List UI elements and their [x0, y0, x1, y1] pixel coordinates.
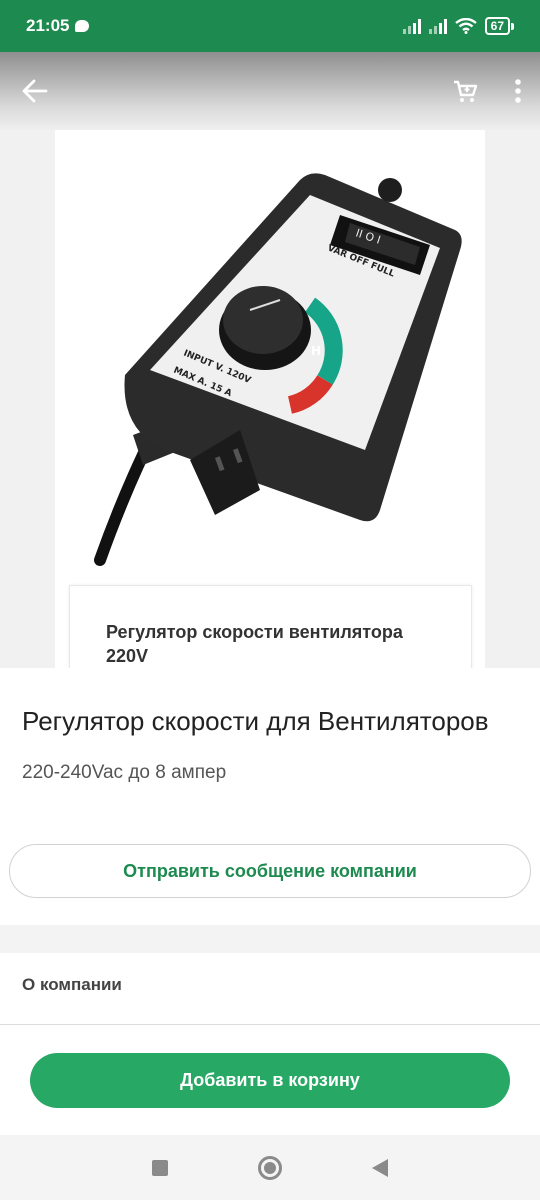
add-to-cart-button[interactable]: Добавить в корзину: [30, 1053, 510, 1108]
home-icon[interactable]: [258, 1155, 282, 1180]
system-nav-bar: [0, 1135, 540, 1200]
product-info: Регулятор скорости для Вентиляторов 220-…: [0, 668, 540, 784]
dial-letter: H: [311, 344, 321, 358]
more-vertical-icon[interactable]: [514, 78, 522, 104]
status-time: 21:05: [26, 16, 70, 35]
section-divider: [0, 925, 540, 953]
signal-icon-2: [428, 18, 447, 34]
send-message-button[interactable]: Отправить сообщение компании: [9, 844, 531, 898]
battery-level: 67: [484, 17, 510, 35]
signal-icon: [402, 18, 421, 34]
fan-speed-controller-image: II O I VAR OFF FULL H INPUT V. 120V MAX …: [94, 173, 462, 566]
image-caption: Регулятор скорости вентилятора 220V: [106, 622, 403, 666]
battery-icon: 67: [484, 17, 514, 35]
about-company-heading[interactable]: О компании: [22, 975, 122, 995]
product-title: Регулятор скорости для Вентиляторов: [22, 706, 489, 736]
top-app-bar: [0, 52, 540, 130]
recents-icon[interactable]: [152, 1159, 168, 1176]
product-image: II O I VAR OFF FULL H INPUT V. 120V MAX …: [55, 130, 485, 668]
chat-notification-icon: [75, 20, 90, 32]
wifi-icon: [454, 18, 477, 34]
product-image-gallery[interactable]: II O I VAR OFF FULL H INPUT V. 120V MAX …: [0, 130, 540, 668]
bottom-action-bar: Добавить в корзину: [0, 1024, 540, 1135]
product-subtitle: 220-240Vac до 8 ампер: [22, 762, 227, 783]
status-bar: 21:05 67: [0, 0, 540, 52]
image-caption-card: Регулятор скорости вентилятора 220V: [69, 585, 472, 668]
arrow-left-icon[interactable]: [18, 74, 52, 108]
back-triangle-icon[interactable]: [372, 1158, 388, 1177]
cart-icon[interactable]: [452, 78, 478, 104]
